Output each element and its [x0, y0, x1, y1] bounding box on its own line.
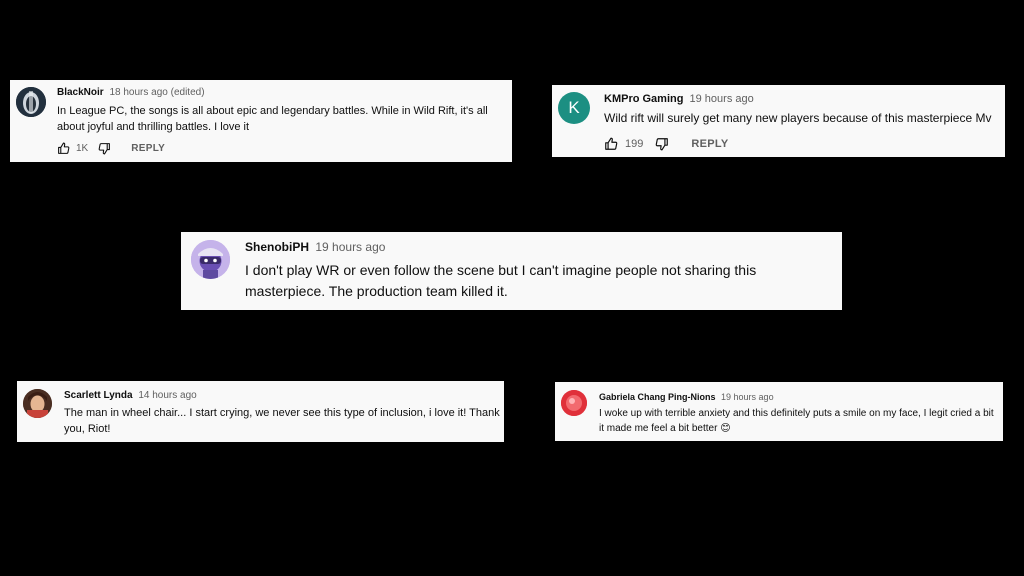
thumbs-down-icon	[98, 143, 111, 155]
avatar[interactable]	[561, 390, 587, 416]
thumbs-up-icon	[58, 142, 70, 154]
scarlett-lynda-avatar-image	[23, 389, 52, 418]
like-button[interactable]	[57, 142, 70, 155]
author-name[interactable]: Scarlett Lynda	[64, 390, 133, 401]
dislike-button[interactable]	[655, 137, 669, 151]
reply-button[interactable]: REPLY	[131, 143, 165, 154]
comment-card-gabriela: Gabriela Chang Ping-Nions 19 hours ago I…	[555, 382, 1003, 441]
comment-card-blacknoir: BlackNoir 18 hours ago (edited) In Leagu…	[10, 80, 512, 162]
comment-timestamp[interactable]: 19 hours ago	[721, 392, 774, 402]
avatar-letter: K	[568, 98, 580, 117]
avatar[interactable]: K	[558, 92, 590, 124]
comment-text: I woke up with terrible anxiety and this…	[599, 406, 997, 436]
avatar[interactable]	[191, 240, 230, 279]
author-name[interactable]: KMPro Gaming	[604, 93, 683, 105]
comment-text-body: I woke up with terrible anxiety and this…	[599, 408, 994, 434]
comment-timestamp[interactable]: 19 hours ago	[690, 93, 754, 105]
comment-timestamp[interactable]: 18 hours ago (edited)	[109, 87, 204, 98]
comment-text: Wild rift will surely get many new playe…	[604, 111, 992, 125]
author-name[interactable]: ShenobiPH	[245, 240, 309, 254]
comment-card-scarlett-lynda: Scarlett Lynda 14 hours ago The man in w…	[17, 381, 504, 442]
like-count: 199	[625, 138, 644, 150]
thumbs-down-icon	[656, 138, 669, 151]
comment-timestamp[interactable]: 19 hours ago	[315, 240, 385, 254]
thumbs-up-icon	[605, 137, 618, 150]
gabriela-avatar-image	[561, 390, 587, 416]
comment-text: The man in wheel chair... I start crying…	[64, 407, 500, 435]
comment-meta: Scarlett Lynda 14 hours ago	[64, 390, 197, 401]
comment-meta: KMPro Gaming 19 hours ago	[604, 93, 754, 105]
blacknoir-avatar-image	[16, 87, 46, 117]
like-button[interactable]	[604, 137, 618, 151]
avatar[interactable]	[16, 87, 46, 117]
comment-card-kmpro-gaming: K KMPro Gaming 19 hours ago Wild rift wi…	[552, 85, 1005, 157]
comment-timestamp[interactable]: 14 hours ago	[138, 390, 196, 401]
reply-button[interactable]: REPLY	[691, 138, 728, 150]
like-count: 1K	[76, 143, 89, 154]
comment-text: In League PC, the songs is all about epi…	[57, 105, 488, 133]
avatar[interactable]	[23, 389, 52, 418]
comment-meta: BlackNoir 18 hours ago (edited)	[57, 87, 205, 98]
comment-meta: ShenobiPH 19 hours ago	[245, 240, 385, 254]
comment-actions: 1K REPLY	[57, 142, 165, 155]
comment-text: I don't play WR or even follow the scene…	[245, 262, 757, 299]
comment-card-shenobiph: ShenobiPH 19 hours ago I don't play WR o…	[181, 232, 842, 310]
shenobiph-avatar-image	[191, 240, 230, 279]
author-name[interactable]: BlackNoir	[57, 87, 104, 98]
dislike-button[interactable]	[98, 142, 111, 155]
author-name[interactable]: Gabriela Chang Ping-Nions	[599, 392, 716, 402]
comment-meta: Gabriela Chang Ping-Nions 19 hours ago	[599, 392, 774, 402]
comment-actions: 199 REPLY	[604, 137, 729, 151]
smile-emoji: 😊	[720, 423, 731, 434]
